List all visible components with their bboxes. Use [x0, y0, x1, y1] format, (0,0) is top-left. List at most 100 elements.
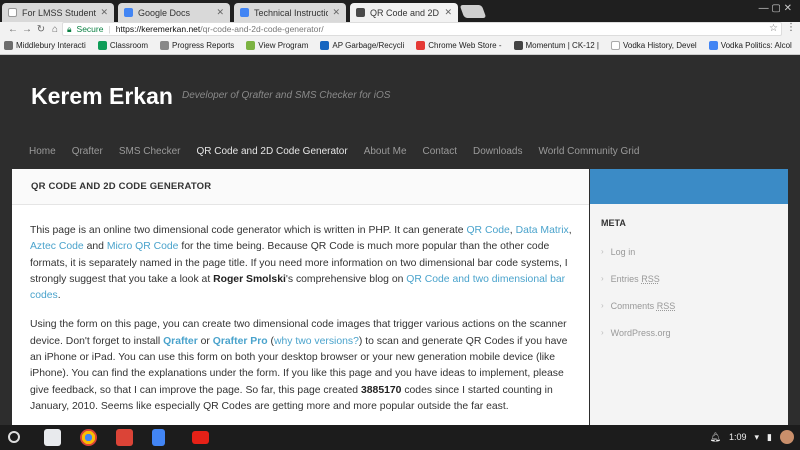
bookmark-star-icon[interactable]: ☆ — [769, 23, 778, 34]
link-qrafter-pro[interactable]: Qrafter Pro — [213, 336, 268, 347]
site-favicon-icon — [356, 8, 365, 17]
bookmarks-bar: Middlebury Interacti Classroom Progress … — [0, 36, 800, 55]
menu-icon[interactable]: ⋮ — [786, 22, 796, 33]
nav-item-qrafter[interactable]: Qrafter — [72, 146, 103, 157]
link-why-two-versions[interactable]: why two versions? — [274, 336, 359, 347]
web-page: Kerem Erkan Developer of Qrafter and SMS… — [0, 55, 800, 425]
bookmark[interactable]: Classroom — [97, 40, 149, 50]
lock-icon[interactable]: 🔒︎ — [67, 24, 72, 35]
chevron-right-icon: › — [601, 274, 604, 283]
article-title: QR CODE AND 2D CODE GENERATOR — [12, 169, 589, 205]
google-docs-icon — [124, 8, 133, 17]
avatar[interactable] — [780, 430, 794, 444]
leaf-icon — [246, 40, 256, 50]
close-icon[interactable]: ✕ — [332, 7, 340, 18]
bookmark-label: Vodka Politics: Alcol — [720, 40, 792, 50]
url-host: https://keremerkan.net — [115, 24, 201, 34]
tab-label: QR Code and 2D Code G — [370, 7, 440, 18]
meta-item-comments-rss[interactable]: › Comments RSS — [601, 292, 788, 319]
close-icon[interactable]: ✕ — [100, 7, 108, 18]
nav-item-downloads[interactable]: Downloads — [473, 146, 522, 157]
separator: | — [108, 24, 111, 34]
nav-item-contact[interactable]: Contact — [423, 146, 457, 157]
meta-label: Comments — [610, 300, 655, 311]
launcher-icon[interactable] — [8, 431, 20, 443]
nav-item-wcg[interactable]: World Community Grid — [538, 146, 639, 157]
link-qrafter[interactable]: Qrafter — [163, 336, 198, 347]
meta-label: WordPress.org — [610, 327, 671, 338]
battery-icon: ▮ — [767, 431, 772, 442]
link-data-matrix[interactable]: Data Matrix — [516, 225, 569, 236]
gmail-icon[interactable] — [116, 429, 133, 446]
bookmark-label: Middlebury Interacti — [16, 40, 86, 50]
browser-tab[interactable]: Technical Instructions, F ✕ — [234, 3, 346, 22]
author-name: Roger Smolski — [213, 273, 286, 285]
back-icon[interactable]: ← — [6, 24, 20, 35]
bookmark-label: Vodka History, Devel — [623, 40, 697, 50]
article-body: This page is an online two dimensional c… — [12, 205, 572, 415]
bookmark-label: Chrome Web Store - — [428, 40, 502, 50]
nav-item-qr-generator[interactable]: QR Code and 2D Code Generator — [197, 146, 348, 157]
bookmark[interactable]: Middlebury Interacti — [4, 40, 86, 50]
text: and — [83, 241, 107, 253]
link-micro-qr[interactable]: Micro QR Code — [107, 241, 179, 252]
bookmark-label: Classroom — [109, 40, 149, 50]
site-title[interactable]: Kerem Erkan — [31, 83, 173, 110]
youtube-icon[interactable] — [192, 431, 209, 444]
bookmark-label: AP Garbage/Recycli — [332, 40, 405, 50]
sidebar: META › Log in › Entries RSS › Comments RSS … — [590, 169, 788, 425]
google-docs-icon — [240, 8, 249, 17]
address-bar[interactable]: 🔒︎ Secure | https://keremerkan.net /qr-c… — [62, 22, 782, 36]
close-icon[interactable]: ✕ — [444, 7, 452, 18]
chevron-right-icon: › — [601, 247, 604, 256]
sidebar-header-bar — [590, 169, 788, 204]
link-aztec-code[interactable]: Aztec Code — [30, 241, 84, 252]
bookmark[interactable]: Progress Reports — [160, 40, 234, 50]
text: . — [57, 290, 61, 302]
text: or — [197, 335, 213, 347]
code-count: 3885170 — [360, 384, 402, 396]
nav-item-home[interactable]: Home — [29, 146, 56, 157]
text: This page is an online two dimensional c… — [30, 225, 467, 236]
files-app-icon[interactable] — [44, 429, 61, 446]
tab-label: Google Docs — [138, 7, 191, 18]
bookmark-icon — [320, 40, 330, 50]
meta-title: META — [601, 218, 626, 228]
bookmark-label: View Program — [258, 40, 309, 50]
meta-item-entries-rss[interactable]: › Entries RSS — [601, 265, 788, 292]
bookmark[interactable]: Vodka Politics: Alcol — [708, 40, 792, 50]
new-tab-button[interactable] — [459, 5, 487, 18]
window-controls[interactable]: — ▢ ✕ — [759, 3, 792, 14]
bookmark[interactable]: Vodka History, Devel — [611, 40, 697, 50]
nav-item-sms-checker[interactable]: SMS Checker — [119, 146, 181, 157]
browser-tab-active[interactable]: QR Code and 2D Code G ✕ — [350, 3, 458, 22]
home-icon[interactable]: ⌂ — [48, 24, 62, 35]
nav-item-about[interactable]: About Me — [364, 146, 407, 157]
document-icon — [8, 8, 17, 17]
text: , — [568, 225, 572, 236]
bookmark[interactable]: Momentum | CK-12 | — [513, 40, 600, 50]
status-tray[interactable]: 🔔︎ 1:09 ▾ ▮ — [702, 430, 794, 444]
reload-icon[interactable]: ↻ — [34, 24, 48, 35]
bookmark-icon — [513, 40, 523, 50]
browser-tab[interactable]: For LMSS Students | La ✕ — [2, 3, 114, 22]
notification-icon[interactable]: 🔔︎ — [710, 432, 721, 443]
close-icon[interactable]: ✕ — [216, 7, 224, 18]
bookmark-icon — [4, 40, 13, 50]
bookmark[interactable]: View Program — [246, 40, 309, 50]
bookmark[interactable]: AP Garbage/Recycli — [320, 40, 405, 50]
forward-icon[interactable]: → — [20, 24, 34, 35]
bookmark[interactable]: Chrome Web Store - — [416, 40, 502, 50]
chrome-store-icon — [416, 40, 426, 50]
chrome-icon[interactable] — [80, 429, 97, 446]
meta-item-wordpress[interactable]: › WordPress.org — [601, 319, 788, 346]
meta-item-login[interactable]: › Log in — [601, 238, 788, 265]
rss-abbr: RSS — [656, 300, 676, 311]
meta-label: Entries — [610, 273, 639, 284]
docs-icon[interactable] — [152, 429, 165, 446]
bookmark-icon — [160, 40, 170, 50]
meta-label: Log in — [610, 246, 636, 257]
link-qr-code[interactable]: QR Code — [466, 225, 509, 236]
browser-tab[interactable]: Google Docs ✕ — [118, 3, 230, 22]
bookmark-label: Momentum | CK-12 | — [525, 40, 600, 50]
